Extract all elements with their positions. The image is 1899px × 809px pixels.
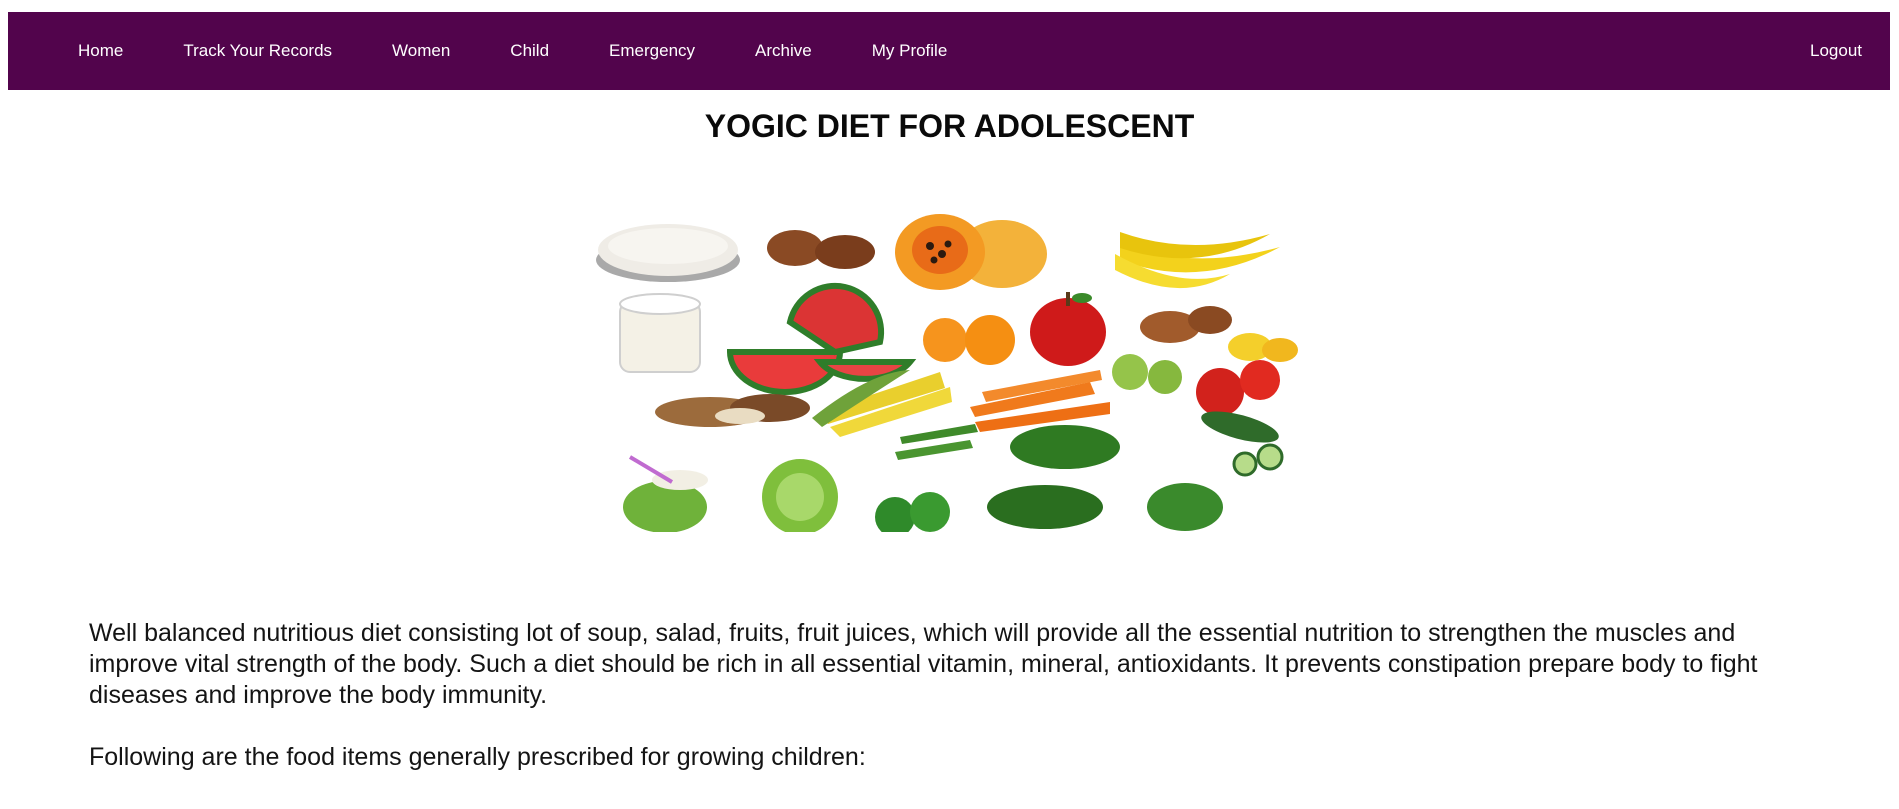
- lemon-icon: [1228, 333, 1298, 362]
- page-title: YOGIC DIET FOR ADOLESCENT: [704, 108, 1195, 144]
- nav-links: Home Track Your Records Women Child Emer…: [78, 41, 1007, 61]
- intro-paragraph: Well balanced nutritious diet consisting…: [89, 619, 1758, 709]
- carrot-icon: [970, 370, 1110, 432]
- article-content: Well balanced nutritious diet consisting…: [89, 618, 1809, 804]
- nav-emergency-link[interactable]: Emergency: [609, 41, 695, 61]
- nuts-icon: [655, 394, 810, 427]
- nav-right: Logout: [1810, 12, 1862, 90]
- nav-home-link[interactable]: Home: [78, 41, 123, 61]
- corn-icon: [812, 370, 952, 437]
- apple-icon: [1030, 292, 1106, 366]
- milk-glass-icon: [619, 293, 701, 373]
- tomato-icon: [1196, 360, 1280, 416]
- rice-bowl-icon: [596, 224, 740, 282]
- banana-icon: [1115, 232, 1280, 289]
- nav-archive-link[interactable]: Archive: [755, 41, 812, 61]
- cabbage-icon: [762, 459, 838, 532]
- logout-link[interactable]: Logout: [1810, 41, 1862, 61]
- beans-icon: [895, 424, 978, 460]
- dates-icon: [767, 230, 875, 269]
- food-items-intro: Following are the food items generally p…: [89, 743, 866, 771]
- guava-icon: [1112, 354, 1182, 394]
- cucumber-icon: [1201, 411, 1284, 477]
- nav-women-link[interactable]: Women: [392, 41, 450, 61]
- papaya-icon: [895, 214, 1047, 290]
- nav-child-link[interactable]: Child: [510, 41, 549, 61]
- top-navbar: Home Track Your Records Women Child Emer…: [8, 12, 1890, 90]
- coconut-icon: [623, 455, 708, 532]
- healthy-foods-image: [596, 214, 1298, 532]
- orange-icon: [923, 315, 1015, 365]
- nav-track-records-link[interactable]: Track Your Records: [183, 41, 332, 61]
- sapota-icon: [1140, 306, 1232, 343]
- capsicum-icon: [875, 492, 950, 532]
- nav-my-profile-link[interactable]: My Profile: [872, 41, 948, 61]
- spinach-icon: [987, 425, 1223, 531]
